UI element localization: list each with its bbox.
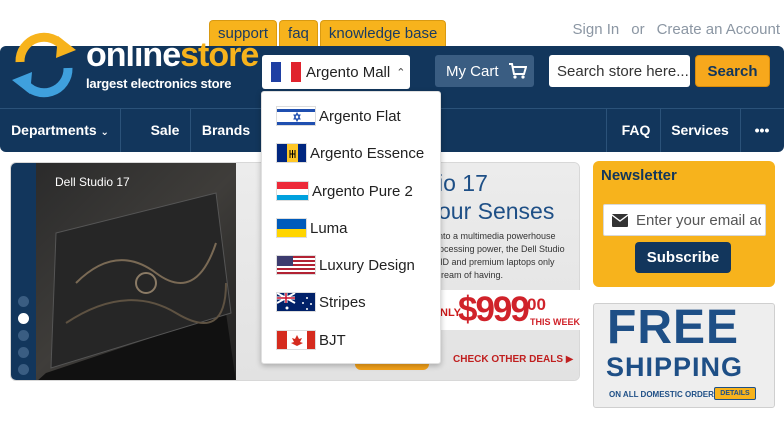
store-switcher-menu: Argento Flat Argento Essence Argento Pur… xyxy=(261,91,441,364)
newsletter-email-input[interactable] xyxy=(636,211,761,229)
nav-sale[interactable]: Sale xyxy=(140,109,190,152)
slider-dot-active[interactable] xyxy=(18,313,29,324)
search-input[interactable] xyxy=(549,55,690,87)
slider-dot[interactable] xyxy=(18,347,29,358)
nav-faq[interactable]: FAQ xyxy=(612,109,660,152)
search-button[interactable]: Search xyxy=(695,55,770,87)
store-option-bjt[interactable]: BJT xyxy=(276,327,346,353)
promo-price: $999 xyxy=(458,290,530,329)
details-button[interactable]: DETAILS xyxy=(714,387,756,400)
cart-button[interactable]: My Cart xyxy=(435,55,534,87)
logo[interactable]: onlinestore largest electronics store xyxy=(8,30,259,100)
shipping-note: ON ALL DOMESTIC ORDERS xyxy=(609,390,720,399)
newsletter-box: Newsletter Subscribe xyxy=(593,161,775,287)
fr-flag-icon xyxy=(271,62,301,82)
logo-tagline: largest electronics store xyxy=(86,76,232,91)
or-text: or xyxy=(631,21,645,38)
tab-knowledge-base[interactable]: knowledge base xyxy=(319,20,447,46)
nav-brands[interactable]: Brands xyxy=(196,109,256,152)
check-other-deals-link[interactable]: CHECK OTHER DEALS ▶ xyxy=(453,354,573,365)
slider-dot[interactable] xyxy=(18,364,29,375)
subscribe-button[interactable]: Subscribe xyxy=(635,242,731,273)
promo-headline-2: our Senses xyxy=(438,198,555,224)
promo-price-suffix: THIS WEEK xyxy=(530,317,581,327)
bb-flag-icon xyxy=(276,143,307,163)
slider-dot[interactable] xyxy=(18,330,29,341)
au-flag-icon xyxy=(276,292,316,312)
tab-faq[interactable]: faq xyxy=(279,20,318,46)
logo-name: onlinestore xyxy=(86,36,259,74)
store-switcher-label: Argento Mall xyxy=(306,63,391,81)
sign-in-link[interactable]: Sign In xyxy=(573,21,620,38)
store-option-argento-pure-2[interactable]: Argento Pure 2 xyxy=(276,178,413,204)
chevron-up-icon: ⌃ xyxy=(396,66,406,79)
promo-description: into a multimedia powerhouse rocessing p… xyxy=(436,231,565,280)
free-text: FREE xyxy=(607,303,740,354)
cart-label: My Cart xyxy=(446,62,499,80)
slider-dot[interactable] xyxy=(18,296,29,307)
refresh-arrows-icon xyxy=(12,32,76,98)
chevron-down-icon: ⌄ xyxy=(100,127,109,138)
cart-icon xyxy=(508,63,527,79)
nav-services[interactable]: Services xyxy=(665,109,735,152)
ca-flag-icon xyxy=(276,330,316,350)
nav-departments[interactable]: Departments ⌄ xyxy=(0,109,120,152)
promo-headline-1: io 17 xyxy=(438,170,488,196)
ua-flag-icon xyxy=(276,218,307,238)
nav-more-icon[interactable]: ••• xyxy=(742,109,782,152)
account-links: Sign In or Create an Account xyxy=(573,21,780,38)
promo-price-cents: 00 xyxy=(527,295,546,314)
create-account-link[interactable]: Create an Account xyxy=(657,21,780,38)
store-option-luxury-design[interactable]: Luxury Design xyxy=(276,252,415,278)
free-shipping-banner[interactable]: FREE SHIPPING ON ALL DOMESTIC ORDERS DET… xyxy=(593,303,775,408)
il-flag-icon xyxy=(276,106,316,126)
store-option-luma[interactable]: Luma xyxy=(276,215,348,241)
store-option-stripes[interactable]: Stripes xyxy=(276,289,366,315)
slide-laptop-image xyxy=(36,163,236,380)
store-switcher[interactable]: Argento Mall ⌃ xyxy=(262,55,410,89)
slider-pager xyxy=(11,163,36,380)
store-option-argento-essence[interactable]: Argento Essence xyxy=(276,140,424,166)
newsletter-title: Newsletter xyxy=(601,167,677,184)
us-flag-icon xyxy=(276,255,316,275)
lu-flag-icon xyxy=(276,181,309,201)
slide-title: Dell Studio 17 xyxy=(55,175,130,189)
envelope-icon xyxy=(612,213,628,227)
shipping-text: SHIPPING xyxy=(606,352,744,382)
store-option-argento-flat[interactable]: Argento Flat xyxy=(276,103,401,129)
newsletter-field[interactable] xyxy=(603,204,766,236)
